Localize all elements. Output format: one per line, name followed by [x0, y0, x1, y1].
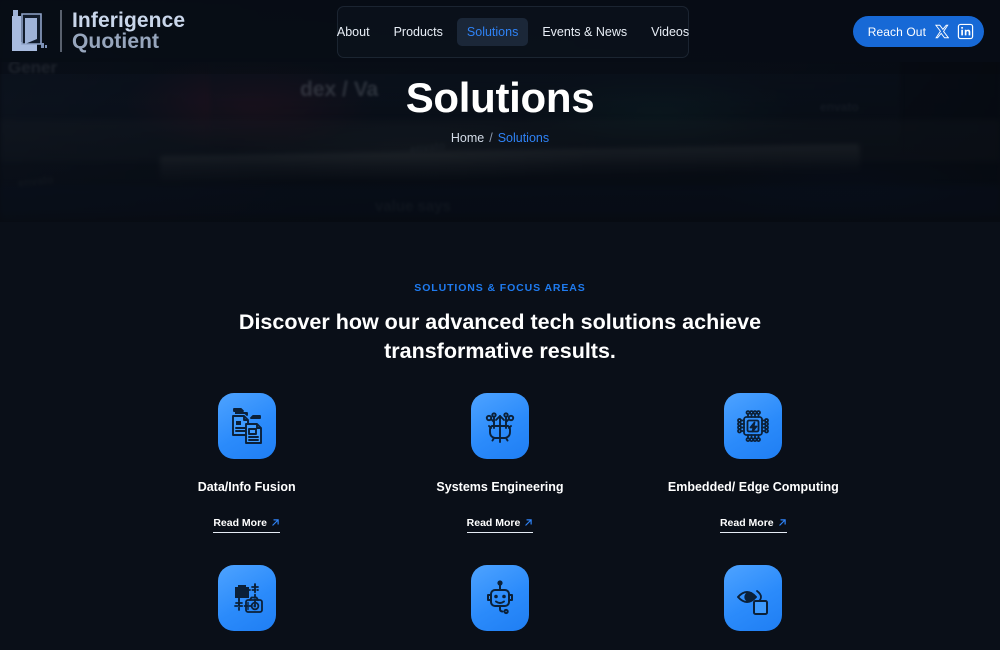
reach-out-label: Reach Out — [867, 24, 926, 39]
solution-card[interactable]: Computer Vision — [627, 564, 880, 650]
read-more-link[interactable]: Read More — [719, 516, 787, 533]
gear-circuit-arrow-icon — [470, 392, 529, 459]
arrow-up-right-icon — [525, 519, 533, 527]
main-navigation: About Products Solutions Events & News V… — [337, 6, 689, 58]
headline-line-2: transformative results. — [384, 339, 616, 364]
headline-line-1: Discover how our advanced tech solutions… — [238, 310, 762, 334]
nav-item-solutions[interactable]: Solutions — [456, 18, 529, 46]
arrow-up-right-icon — [272, 519, 279, 527]
solution-card[interactable]: Systems Engineering Read More — [373, 392, 626, 533]
solutions-grid: Data/Info Fusion Read More Systems Engin… — [0, 392, 1000, 650]
read-more-label: Read More — [719, 516, 774, 529]
read-more-label: Read More — [466, 516, 521, 529]
nav-item-videos[interactable]: Videos — [641, 18, 699, 46]
x-twitter-icon[interactable] — [933, 23, 950, 40]
linkedin-icon[interactable] — [957, 23, 974, 40]
documents-exchange-icon — [217, 392, 276, 459]
breadcrumb-home[interactable]: Home — [451, 131, 484, 145]
camera-crop-icon — [217, 564, 276, 631]
robot-head-icon — [470, 564, 529, 631]
arrow-up-right-icon — [778, 519, 786, 527]
nav-item-products[interactable]: Products — [384, 18, 453, 46]
nav-item-about[interactable]: About — [327, 18, 380, 46]
brand-text: Inferigence Quotient — [72, 8, 186, 53]
page-title: Solutions — [405, 74, 595, 121]
solutions-page: Gener dex / Va value says envato envato … — [0, 0, 1000, 650]
cpu-chip-bolt-icon — [724, 392, 783, 459]
brand-line-2: Quotient — [72, 30, 160, 53]
read-more-label: Read More — [213, 516, 267, 529]
solution-card[interactable]: Embedded/ Edge Computing Read More — [627, 392, 880, 533]
read-more-link[interactable]: Read More — [213, 517, 280, 533]
breadcrumb-separator: / — [489, 131, 493, 145]
breadcrumb-current: Solutions — [497, 131, 550, 145]
solution-card[interactable]: Robotic Navigation — [373, 564, 626, 650]
section-headline: Discover how our advanced tech solutions… — [0, 308, 1000, 367]
solutions-section: SOLUTIONS & FOCUS AREAS Discover how our… — [0, 222, 1000, 650]
brand-line-1: Inferigence — [72, 8, 186, 32]
inferigence-logo-mark — [8, 6, 54, 56]
breadcrumb: Home / Solutions — [0, 131, 1000, 145]
eye-rectangle-icon — [724, 564, 783, 631]
brand-divider — [60, 10, 62, 52]
reach-out-button[interactable]: Reach Out — [852, 16, 984, 47]
solution-card[interactable]: Data/Info Fusion Read More — [120, 392, 373, 533]
nav-item-events-news[interactable]: Events & News — [532, 18, 637, 46]
solution-card-title: Data/Info Fusion — [197, 479, 296, 494]
solution-card-title: Embedded/ Edge Computing — [667, 479, 839, 494]
solution-card-title: Systems Engineering — [436, 479, 564, 494]
site-header: Inferigence Quotient About Products Solu… — [0, 0, 1000, 62]
section-eyebrow: SOLUTIONS & FOCUS AREAS — [414, 282, 586, 294]
brand[interactable]: Inferigence Quotient — [8, 6, 185, 56]
read-more-link[interactable]: Read More — [466, 516, 534, 533]
solution-card[interactable]: Image Processing — [120, 564, 373, 650]
